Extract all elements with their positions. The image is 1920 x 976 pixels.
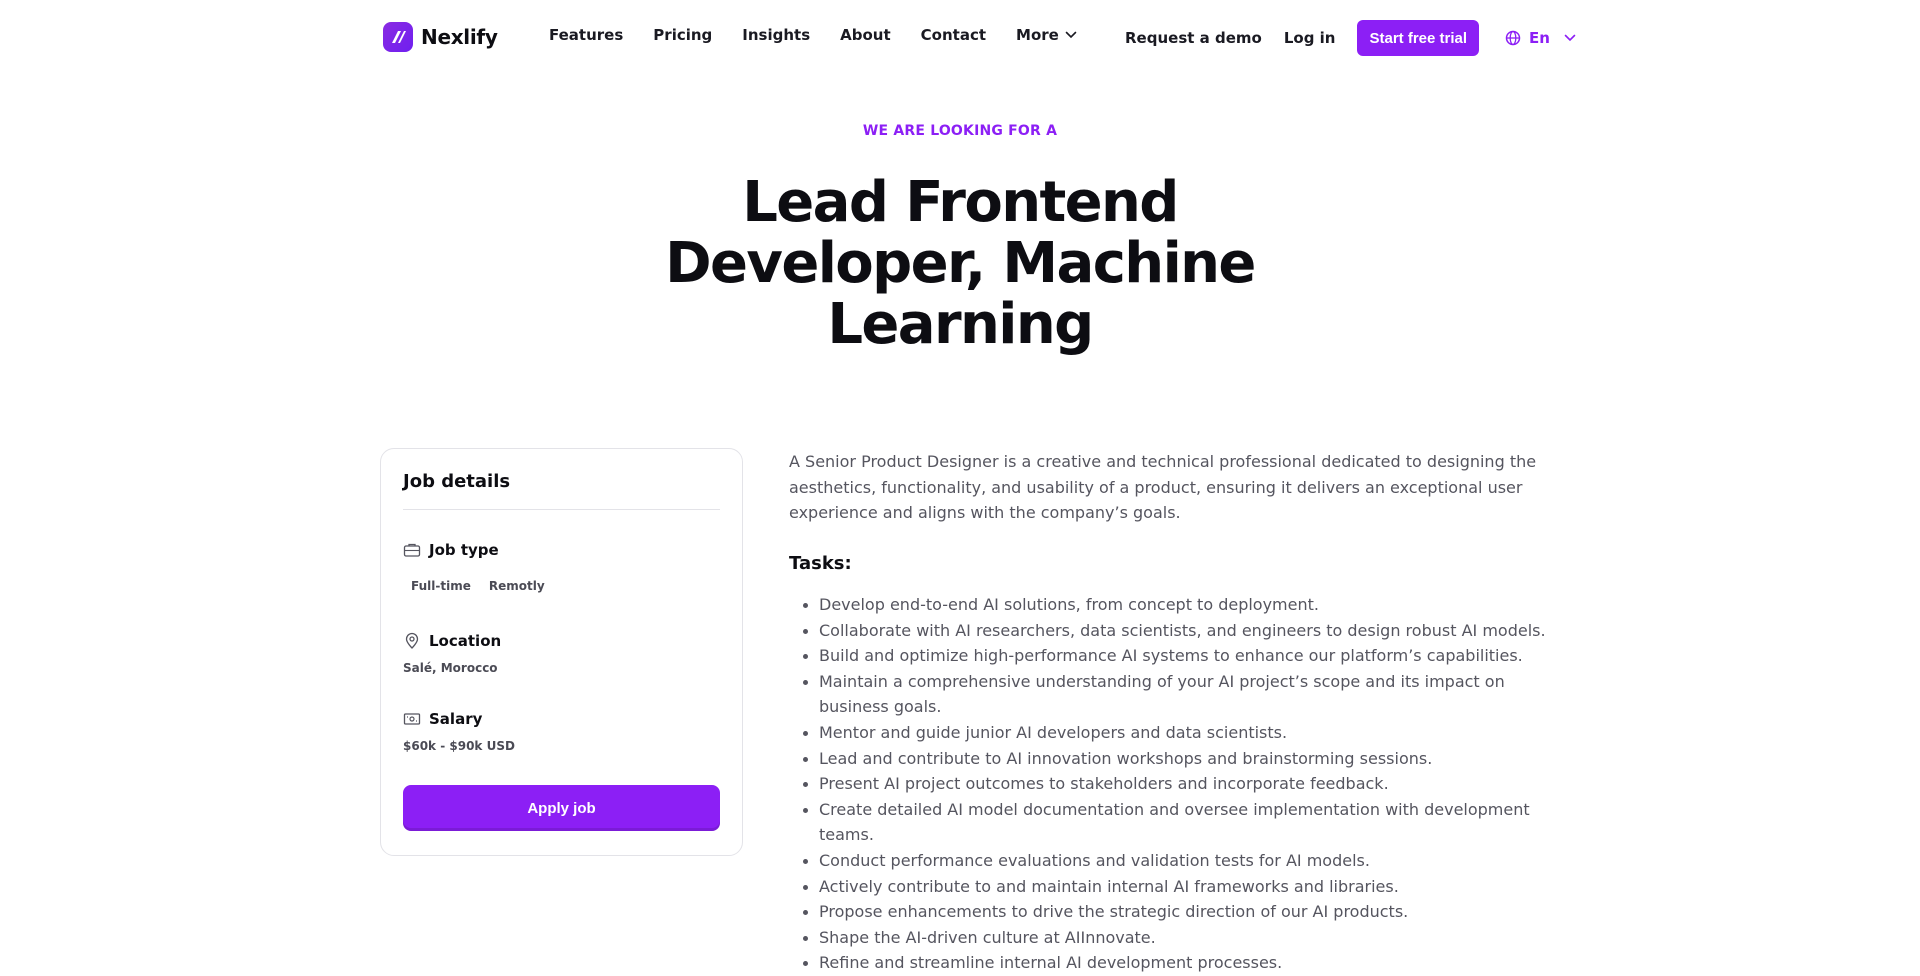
chevron-down-icon: [1564, 34, 1576, 42]
task-item: Collaborate with AI researchers, data sc…: [789, 618, 1549, 644]
task-item: Develop end-to-end AI solutions, from co…: [789, 592, 1549, 618]
salary-value: $60k - $90k USD: [403, 739, 515, 753]
nav-item-more[interactable]: More: [1016, 26, 1077, 44]
logo-link[interactable]: Nexlify: [383, 22, 498, 52]
start-free-trial-button[interactable]: Start free trial: [1357, 20, 1480, 56]
salary-label-row: Salary: [403, 710, 482, 728]
job-type-chip: Remotly: [488, 579, 545, 593]
job-details-title: Job details: [403, 471, 511, 492]
language-label: En: [1529, 29, 1550, 47]
location-label-row: Location: [403, 632, 501, 650]
globe-icon: [1505, 30, 1521, 46]
nav-item-pricing[interactable]: Pricing: [653, 26, 712, 44]
task-item: Mentor and guide junior AI developers an…: [789, 720, 1549, 746]
chevron-down-icon: [1065, 31, 1077, 39]
login-link[interactable]: Log in: [1284, 29, 1336, 47]
apply-job-button[interactable]: Apply job: [403, 785, 720, 831]
task-item: Lead and contribute to AI innovation wor…: [789, 746, 1549, 772]
nav-item-contact[interactable]: Contact: [921, 26, 986, 44]
job-description: A Senior Product Designer is a creative …: [789, 452, 1537, 522]
task-item: Actively contribute to and maintain inte…: [789, 874, 1549, 900]
task-item: Present AI project outcomes to stakehold…: [789, 771, 1549, 797]
job-type-chips: Full-time Remotly: [411, 579, 545, 593]
task-item: Build and optimize high-performance AI s…: [789, 643, 1549, 669]
brand-name: Nexlify: [421, 25, 498, 49]
location-value: Salé, Morocco: [403, 661, 498, 675]
task-item: Conduct performance evaluations and vali…: [789, 848, 1549, 874]
task-item: Propose enhancements to drive the strate…: [789, 899, 1549, 925]
request-demo-link[interactable]: Request a demo: [1125, 29, 1262, 47]
site-header: Nexlify Features Pricing Insights About …: [0, 0, 1920, 76]
task-item: Maintain a comprehensive understanding o…: [789, 669, 1549, 720]
hero-eyebrow: WE ARE LOOKING FOR A: [862, 123, 1058, 139]
salary-label: Salary: [429, 710, 483, 728]
job-details-card: Job details Job type Full-time Remotly L…: [380, 448, 743, 856]
nav-item-features[interactable]: Features: [549, 26, 623, 44]
location-pin-icon: [405, 632, 419, 649]
job-type-label-row: Job type: [403, 541, 499, 559]
logo-icon: [383, 22, 413, 52]
main-nav: Features Pricing Insights About Contact …: [549, 26, 1107, 44]
location-label: Location: [429, 632, 502, 650]
money-icon: [403, 713, 421, 725]
job-type-label: Job type: [429, 541, 499, 559]
task-item: Create detailed AI model documentation a…: [789, 797, 1549, 848]
nav-item-about[interactable]: About: [840, 26, 891, 44]
task-item: Refine and streamline internal AI develo…: [789, 950, 1549, 976]
nav-item-insights[interactable]: Insights: [742, 26, 810, 44]
briefcase-icon: [403, 543, 421, 557]
divider: [403, 509, 720, 510]
task-item: Shape the AI-driven culture at AIInnovat…: [789, 925, 1549, 951]
language-selector[interactable]: En: [1505, 29, 1576, 47]
job-type-chip: Full-time: [411, 579, 471, 593]
header-actions: Request a demo Log in Start free trial E…: [1125, 20, 1576, 56]
tasks-heading: Tasks:: [789, 553, 852, 574]
nav-more-label: More: [1016, 26, 1059, 44]
job-title: Lead Frontend Developer, Machine Learnin…: [665, 170, 1256, 357]
tasks-list: Develop end-to-end AI solutions, from co…: [789, 592, 1549, 976]
